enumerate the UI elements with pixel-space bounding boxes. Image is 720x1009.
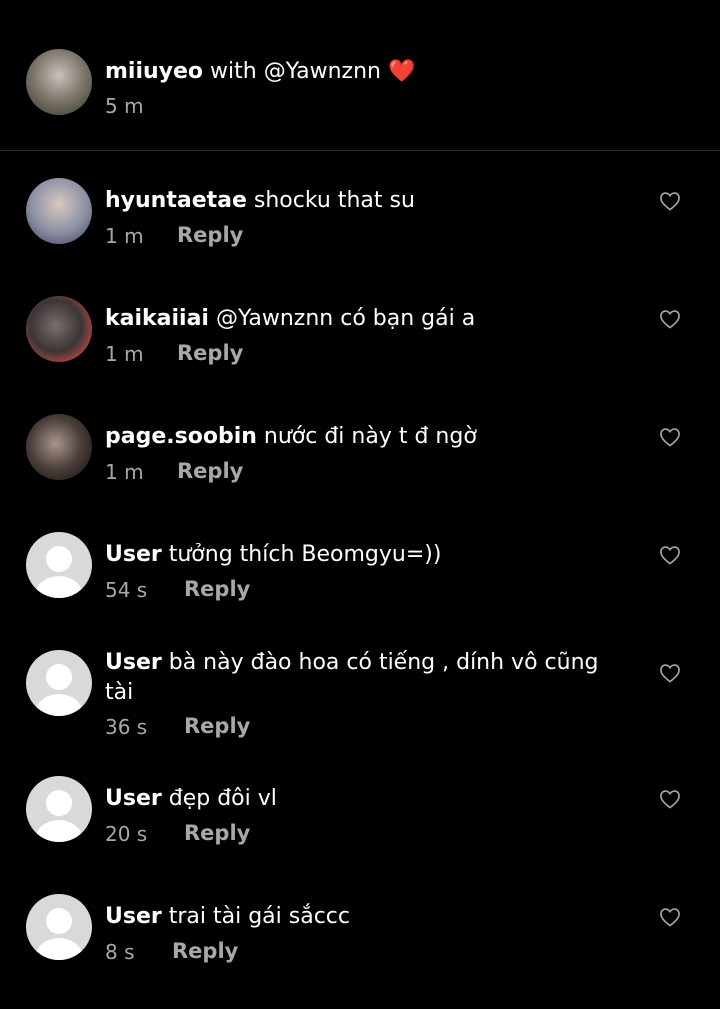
post-author-avatar[interactable] <box>26 49 92 115</box>
comment-username[interactable]: User <box>105 650 162 675</box>
reply-button[interactable]: Reply <box>184 577 250 601</box>
comment-username[interactable]: User <box>105 786 162 811</box>
heart-outline-icon[interactable] <box>659 545 681 565</box>
post-caption: miiuyeo with @Yawnznn ❤️ <box>105 57 605 87</box>
comment-username[interactable]: User <box>105 904 162 929</box>
comment-username[interactable]: page.soobin <box>105 424 257 449</box>
comment-time: 20 s <box>105 822 148 846</box>
heart-outline-icon[interactable] <box>659 907 681 927</box>
heart-outline-icon[interactable] <box>659 191 681 211</box>
comment-time: 54 s <box>105 578 148 602</box>
reply-button[interactable]: Reply <box>177 459 243 483</box>
post-with-text[interactable]: with @Yawnznn <box>210 59 381 84</box>
heart-outline-icon[interactable] <box>659 789 681 809</box>
reply-button[interactable]: Reply <box>177 341 243 365</box>
reply-button[interactable]: Reply <box>184 821 250 845</box>
comment-text: User trai tài gái sắccc <box>105 902 605 932</box>
comment-body: trai tài gái sắccc <box>168 904 350 929</box>
comment-body: nước đi này t đ ngờ <box>263 424 477 449</box>
comment-time: 8 s <box>105 940 135 964</box>
comment-body: đẹp đôi vl <box>168 786 277 811</box>
divider <box>0 150 720 151</box>
comment-text: User đẹp đôi vl <box>105 784 605 814</box>
comment-body: @Yawnznn có bạn gái a <box>215 306 476 331</box>
comment-text: User tưởng thích Beomgyu=)) <box>105 540 605 570</box>
post-username[interactable]: miiuyeo <box>105 59 203 84</box>
comment-text: hyuntaetae shocku that su <box>105 186 605 216</box>
comment-username[interactable]: kaikaiiai <box>105 306 209 331</box>
comment-body: bà này đào hoa có tiếng , dính vô cũng t… <box>105 650 599 705</box>
comment-avatar[interactable] <box>26 414 92 480</box>
default-user-icon[interactable] <box>26 532 92 598</box>
heart-outline-icon[interactable] <box>659 663 681 683</box>
comment-username[interactable]: hyuntaetae <box>105 188 247 213</box>
heart-emoji-icon: ❤️ <box>387 59 416 84</box>
reply-button[interactable]: Reply <box>172 939 238 963</box>
comment-body: shocku that su <box>253 188 415 213</box>
comment-avatar[interactable] <box>26 296 92 362</box>
default-user-icon[interactable] <box>26 894 92 960</box>
default-user-icon[interactable] <box>26 650 92 716</box>
comment-body: tưởng thích Beomgyu=)) <box>168 542 442 567</box>
comment-username[interactable]: User <box>105 542 162 567</box>
heart-outline-icon[interactable] <box>659 427 681 447</box>
comment-time: 1 m <box>105 224 144 248</box>
comment-text: kaikaiiai @Yawnznn có bạn gái a <box>105 304 605 334</box>
post-time: 5 m <box>105 94 144 118</box>
comment-text: User bà này đào hoa có tiếng , dính vô c… <box>105 648 605 708</box>
heart-outline-icon[interactable] <box>659 309 681 329</box>
comment-time: 1 m <box>105 342 144 366</box>
default-user-icon[interactable] <box>26 776 92 842</box>
comment-time: 1 m <box>105 460 144 484</box>
reply-button[interactable]: Reply <box>177 223 243 247</box>
comment-avatar[interactable] <box>26 178 92 244</box>
comment-time: 36 s <box>105 715 148 739</box>
reply-button[interactable]: Reply <box>184 714 250 738</box>
comment-text: page.soobin nước đi này t đ ngờ <box>105 422 605 452</box>
